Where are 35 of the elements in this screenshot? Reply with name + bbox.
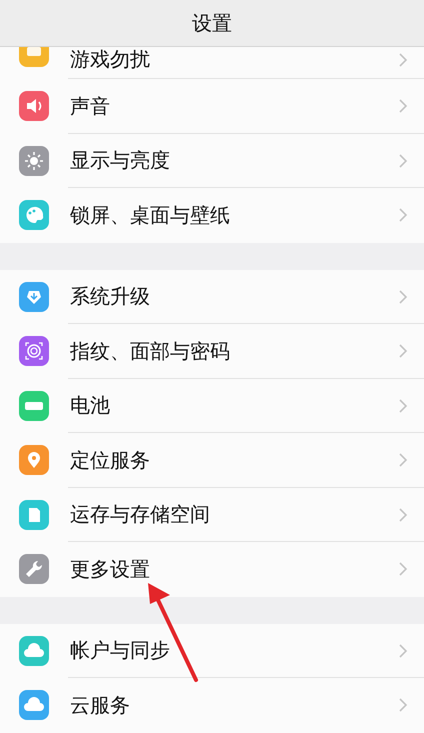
chevron-icon <box>398 98 408 114</box>
settings-item[interactable]: 显示与亮度 <box>0 134 424 188</box>
settings-item[interactable]: 帐户与同步 <box>0 624 424 678</box>
settings-item[interactable]: 定位服务 <box>0 433 424 488</box>
settings-item[interactable]: 运存与存储空间 <box>0 488 424 542</box>
settings-item[interactable]: 系统升级 <box>0 270 424 324</box>
palette-icon <box>19 200 49 230</box>
chevron-icon <box>398 207 408 224</box>
chevron-icon <box>398 288 408 305</box>
chevron-icon <box>398 52 408 68</box>
cloud-icon <box>19 636 49 666</box>
chevron-icon <box>398 343 408 360</box>
settings-item[interactable]: 云服务 <box>0 678 424 732</box>
sun-icon <box>19 146 49 176</box>
settings-item[interactable]: 声音 <box>0 79 424 134</box>
chevron-icon <box>398 561 408 578</box>
chevron-icon <box>398 642 408 659</box>
cloud-icon <box>19 690 49 720</box>
chevron-icon <box>398 452 408 468</box>
battery-icon <box>19 390 49 421</box>
settings-item[interactable]: 游戏勿扰 <box>0 47 424 79</box>
chevron-icon <box>398 152 408 169</box>
chevron-icon <box>398 697 408 714</box>
chevron-icon <box>398 506 408 523</box>
sd-card-icon <box>19 500 49 530</box>
speaker-icon <box>19 91 49 122</box>
chevron-icon <box>398 398 408 414</box>
settings-item[interactable]: 指纹、面部与密码 <box>0 324 424 378</box>
fingerprint-icon <box>19 336 49 366</box>
location-pin-icon <box>19 445 49 476</box>
settings-item[interactable]: 锁屏、桌面与壁纸 <box>0 188 424 242</box>
settings-item[interactable]: 更多设置 <box>0 542 424 596</box>
screen-title: 设置 <box>192 10 232 36</box>
settings-item[interactable]: 电池 <box>0 378 424 433</box>
wrench-icon <box>19 554 49 584</box>
